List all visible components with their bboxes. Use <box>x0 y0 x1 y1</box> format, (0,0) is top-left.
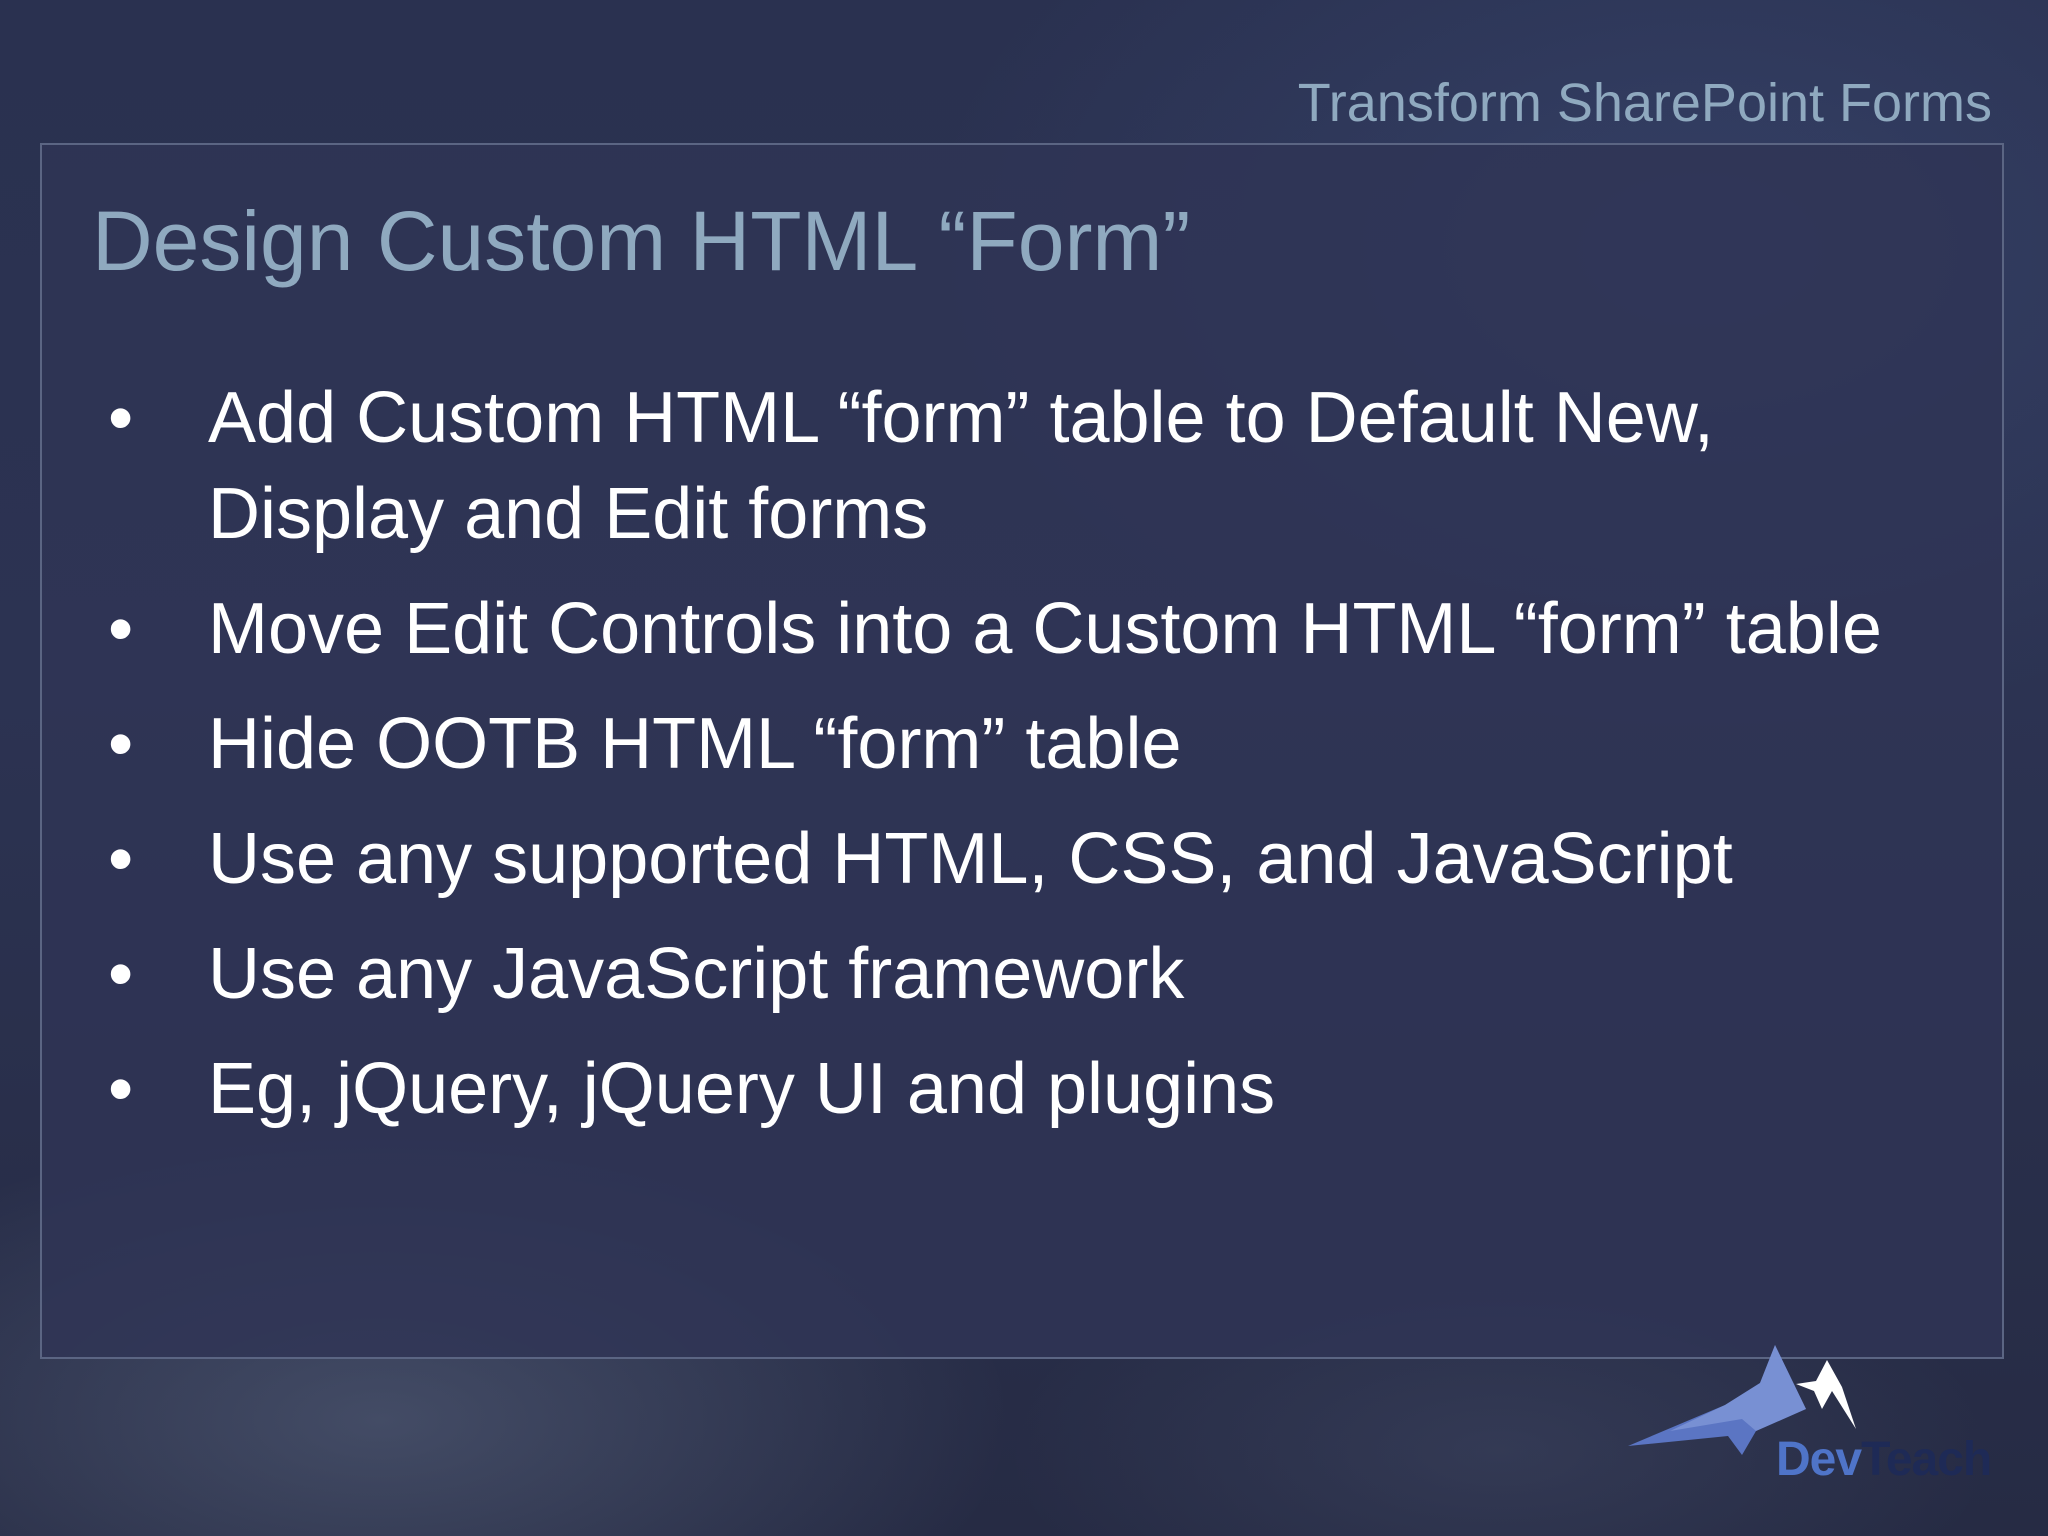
logo-text: DevTeach <box>1776 1432 1992 1487</box>
bullet-text: Move Edit Controls into a Custom HTML “f… <box>208 589 1882 669</box>
bullet-dot-icon: • <box>108 378 134 458</box>
bullet-text: Hide OOTB HTML “form” table <box>208 704 1182 784</box>
bullet-list: • Add Custom HTML “form” table to Defaul… <box>92 370 1952 1156</box>
content-panel: Design Custom HTML “Form” • Add Custom H… <box>40 143 2004 1359</box>
bullet-item: • Add Custom HTML “form” table to Defaul… <box>92 370 1952 562</box>
bullet-dot-icon: • <box>108 819 134 899</box>
presentation-title: Transform SharePoint Forms <box>1297 73 1992 133</box>
slide-title: Design Custom HTML “Form” <box>92 194 1191 288</box>
logo-dev-text: Dev <box>1776 1433 1862 1486</box>
logo-teach-text: Teach <box>1861 1433 1992 1486</box>
bullet-item: • Eg, jQuery, jQuery UI and plugins <box>92 1041 1952 1137</box>
bullet-item: • Use any JavaScript framework <box>92 926 1952 1022</box>
bullet-item: • Hide OOTB HTML “form” table <box>92 696 1952 792</box>
bullet-text: Eg, jQuery, jQuery UI and plugins <box>208 1049 1276 1129</box>
bullet-item: • Move Edit Controls into a Custom HTML … <box>92 581 1952 677</box>
bullet-text: Use any JavaScript framework <box>208 934 1185 1014</box>
bullet-item: • Use any supported HTML, CSS, and JavaS… <box>92 811 1952 907</box>
devteach-logo: DevTeach <box>1610 1335 2010 1495</box>
bullet-dot-icon: • <box>108 1049 134 1129</box>
bullet-text: Use any supported HTML, CSS, and JavaScr… <box>208 819 1733 899</box>
bullet-dot-icon: • <box>108 934 134 1014</box>
bullet-text: Add Custom HTML “form” table to Default … <box>208 378 1714 554</box>
bullet-dot-icon: • <box>108 704 134 784</box>
bullet-dot-icon: • <box>108 589 134 669</box>
